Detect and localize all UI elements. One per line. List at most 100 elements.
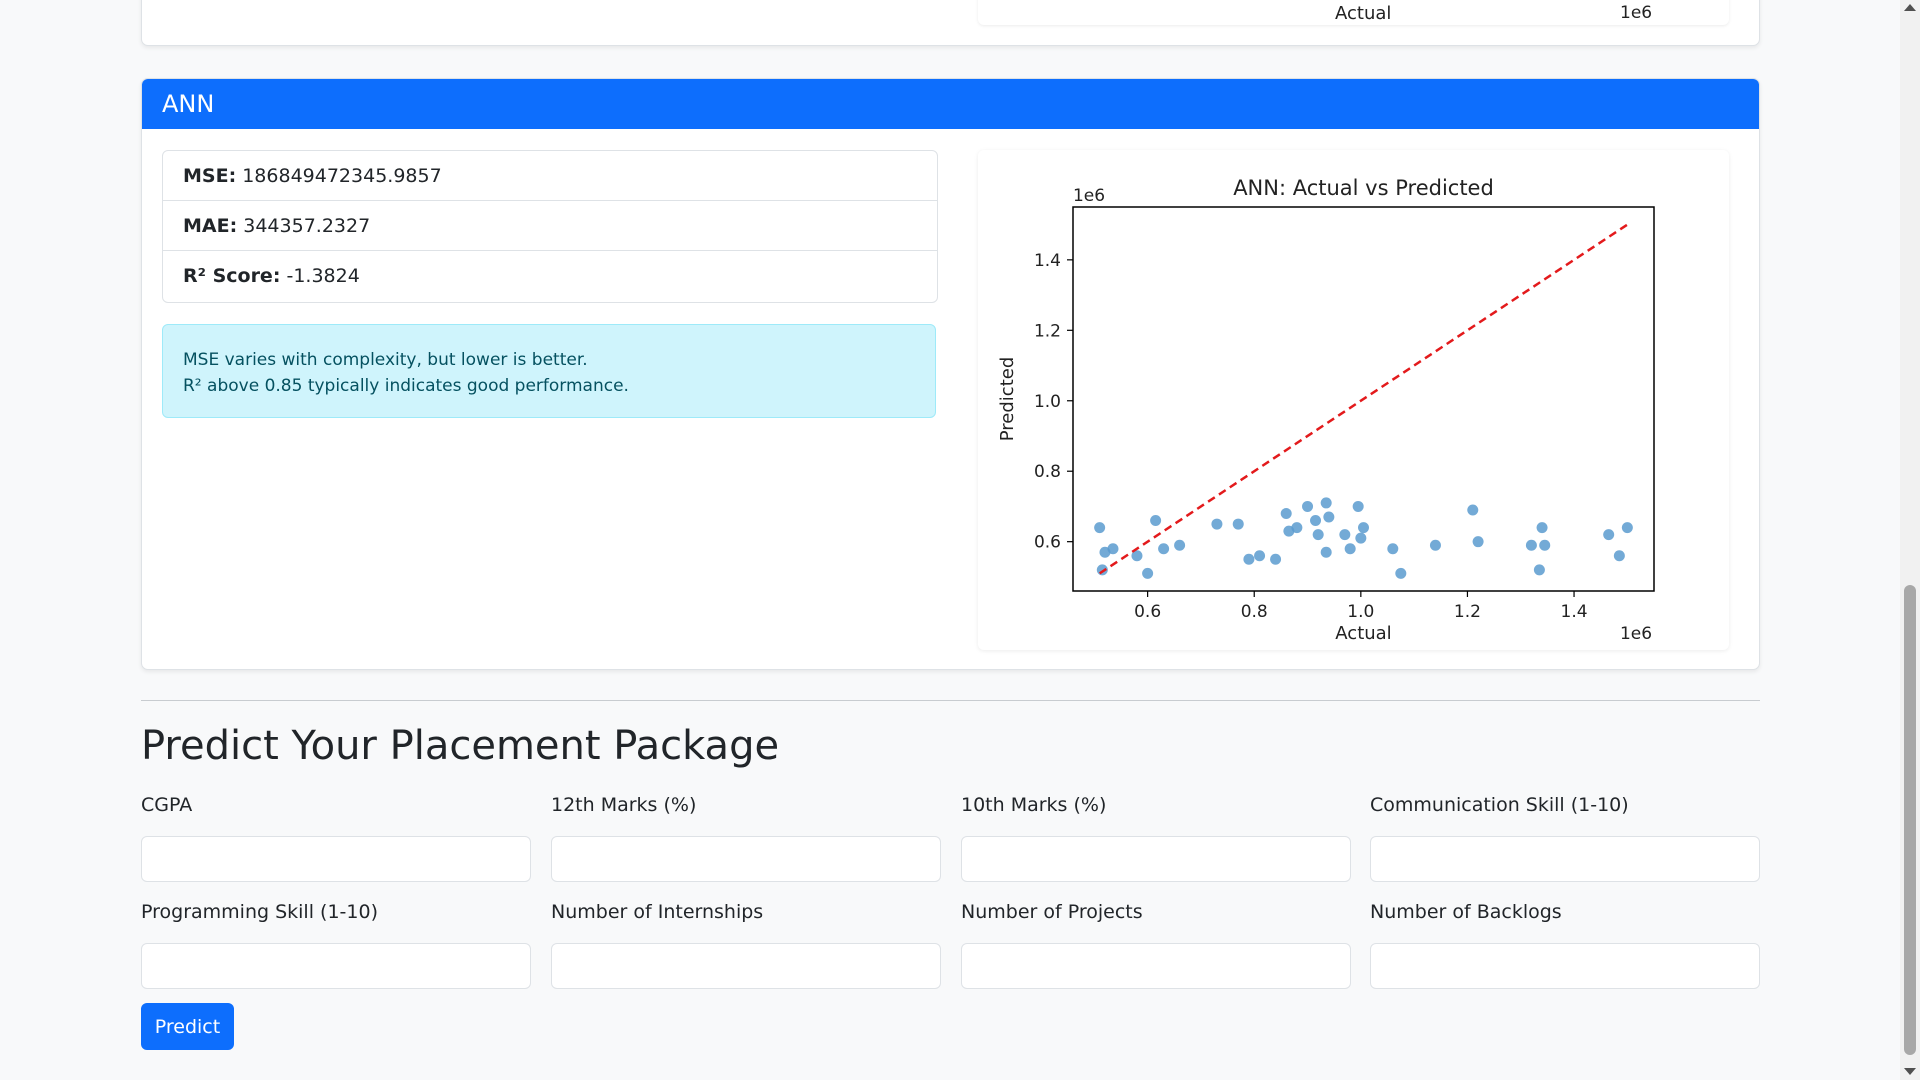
data-point bbox=[1291, 522, 1303, 534]
predict-button[interactable]: Predict bbox=[141, 1003, 234, 1050]
data-point bbox=[1429, 539, 1441, 551]
data-point bbox=[1323, 511, 1335, 523]
field-10th-marks: 10th Marks (%) bbox=[961, 792, 1351, 882]
twelfth-marks-input[interactable] bbox=[551, 836, 941, 882]
card-header: ANN bbox=[142, 79, 1759, 129]
y-axis-label: Predicted bbox=[997, 357, 1018, 442]
data-point bbox=[1320, 546, 1332, 558]
field-cgpa: CGPA bbox=[141, 792, 531, 882]
data-point bbox=[1174, 539, 1186, 551]
field-label: CGPA bbox=[141, 794, 193, 816]
data-point bbox=[1254, 550, 1266, 562]
info-alert-line-1: MSE varies with complexity, but lower is… bbox=[183, 350, 588, 370]
data-point bbox=[1094, 522, 1106, 534]
metric-mae: MAE: 344357.2327 bbox=[163, 201, 937, 251]
y-tick-label: 0.8 bbox=[1034, 462, 1061, 482]
field-label: Number of Internships bbox=[551, 901, 764, 923]
metric-value: 344357.2327 bbox=[243, 215, 371, 237]
field-label: 10th Marks (%) bbox=[961, 794, 1107, 816]
data-point bbox=[1387, 543, 1399, 555]
data-point bbox=[1539, 539, 1551, 551]
field-programming-skill: Programming Skill (1-10) bbox=[141, 899, 531, 989]
x-tick-label: 1.2 bbox=[1454, 602, 1481, 622]
field-label: Programming Skill (1-10) bbox=[141, 901, 378, 923]
data-point bbox=[1310, 515, 1322, 527]
data-point bbox=[1603, 529, 1615, 541]
info-alert: MSE varies with complexity, but lower is… bbox=[162, 324, 936, 418]
actual-vs-predicted-plot: ANN: Actual vs Predicted 0.6 0.8 1.0 1.2 1.4 0… bbox=[978, 150, 1729, 650]
field-12th-marks: 12th Marks (%) bbox=[551, 792, 941, 882]
field-label: Number of Backlogs bbox=[1370, 901, 1562, 923]
scatter-chart: ANN: Actual vs Predicted 0.6 0.8 1.0 1.2 1.4 0… bbox=[997, 176, 1655, 644]
data-point bbox=[1312, 529, 1324, 541]
data-point bbox=[1243, 553, 1255, 565]
x-axis-label: Actual bbox=[1335, 623, 1391, 644]
x-tick-label: 0.8 bbox=[1241, 602, 1268, 622]
scrollbar[interactable] bbox=[1900, 0, 1920, 1080]
field-label: Communication Skill (1-10) bbox=[1370, 794, 1629, 816]
x-exponent-label: 1e6 bbox=[1620, 624, 1652, 644]
communication-skill-input[interactable] bbox=[1370, 836, 1760, 882]
reference-line bbox=[1098, 223, 1629, 575]
field-projects: Number of Projects bbox=[961, 899, 1351, 989]
x-tick-label: 0.6 bbox=[1134, 602, 1161, 622]
data-point bbox=[1355, 532, 1367, 544]
data-point bbox=[1270, 553, 1282, 565]
field-internships: Number of Internships bbox=[551, 899, 941, 989]
data-point bbox=[1344, 543, 1356, 555]
metric-label: R² Score: bbox=[183, 265, 281, 287]
x-tick-label: 1.4 bbox=[1561, 602, 1588, 622]
previous-plot-x-exponent: 1e6 bbox=[1620, 3, 1653, 23]
metric-r2: R² Score: -1.3824 bbox=[163, 251, 937, 302]
previous-plot-xlabel: Actual bbox=[1335, 3, 1392, 24]
previous-model-card bbox=[141, 0, 1760, 46]
info-alert-line-2: R² above 0.85 typically indicates good p… bbox=[183, 376, 629, 396]
field-label: 12th Marks (%) bbox=[551, 794, 697, 816]
metric-label: MSE: bbox=[183, 165, 237, 187]
field-communication-skill: Communication Skill (1-10) bbox=[1370, 792, 1760, 882]
data-point bbox=[1320, 497, 1332, 509]
data-point bbox=[1150, 515, 1162, 527]
data-point bbox=[1533, 564, 1545, 576]
data-point bbox=[1395, 567, 1407, 579]
x-tick-label: 1.0 bbox=[1347, 602, 1374, 622]
data-point bbox=[1302, 500, 1314, 512]
field-label: Number of Projects bbox=[961, 901, 1143, 923]
cgpa-input[interactable] bbox=[141, 836, 531, 882]
metrics-list: MSE: 186849472345.9857 MAE: 344357.2327 … bbox=[162, 150, 938, 303]
data-point bbox=[1158, 543, 1170, 555]
y-tick-label: 1.0 bbox=[1034, 392, 1061, 412]
metric-mse: MSE: 186849472345.9857 bbox=[163, 151, 937, 201]
field-backlogs: Number of Backlogs bbox=[1370, 899, 1760, 989]
data-point bbox=[1142, 567, 1154, 579]
metric-value: 186849472345.9857 bbox=[242, 165, 442, 187]
y-tick-label: 1.4 bbox=[1034, 251, 1061, 271]
y-tick-label: 1.2 bbox=[1034, 321, 1061, 341]
data-point bbox=[1472, 536, 1484, 548]
y-tick-label: 0.6 bbox=[1034, 533, 1061, 553]
scroll-up-arrow-icon[interactable] bbox=[1904, 4, 1916, 11]
ann-model-card: ANN MSE: 186849472345.9857 MAE: 344357.2… bbox=[141, 78, 1760, 670]
data-point bbox=[1280, 507, 1292, 519]
scroll-down-arrow-icon[interactable] bbox=[1904, 1068, 1916, 1075]
data-point bbox=[1613, 550, 1625, 562]
programming-skill-input[interactable] bbox=[141, 943, 531, 989]
projects-input[interactable] bbox=[961, 943, 1351, 989]
form-title: Predict Your Placement Package bbox=[141, 723, 780, 769]
data-point bbox=[1352, 500, 1364, 512]
metric-label: MAE: bbox=[183, 215, 238, 237]
data-point bbox=[1339, 529, 1351, 541]
section-divider bbox=[141, 700, 1760, 701]
chart-title: ANN: Actual vs Predicted bbox=[1233, 176, 1494, 200]
data-point bbox=[1107, 543, 1119, 555]
tenth-marks-input[interactable] bbox=[961, 836, 1351, 882]
data-point bbox=[1232, 518, 1244, 530]
scrollbar-thumb[interactable] bbox=[1904, 585, 1916, 1055]
data-point bbox=[1358, 522, 1369, 534]
y-exponent-label: 1e6 bbox=[1073, 186, 1105, 206]
internships-input[interactable] bbox=[551, 943, 941, 989]
data-point bbox=[1525, 539, 1537, 551]
backlogs-input[interactable] bbox=[1370, 943, 1760, 989]
metric-value: -1.3824 bbox=[286, 265, 360, 287]
data-point bbox=[1536, 522, 1548, 534]
